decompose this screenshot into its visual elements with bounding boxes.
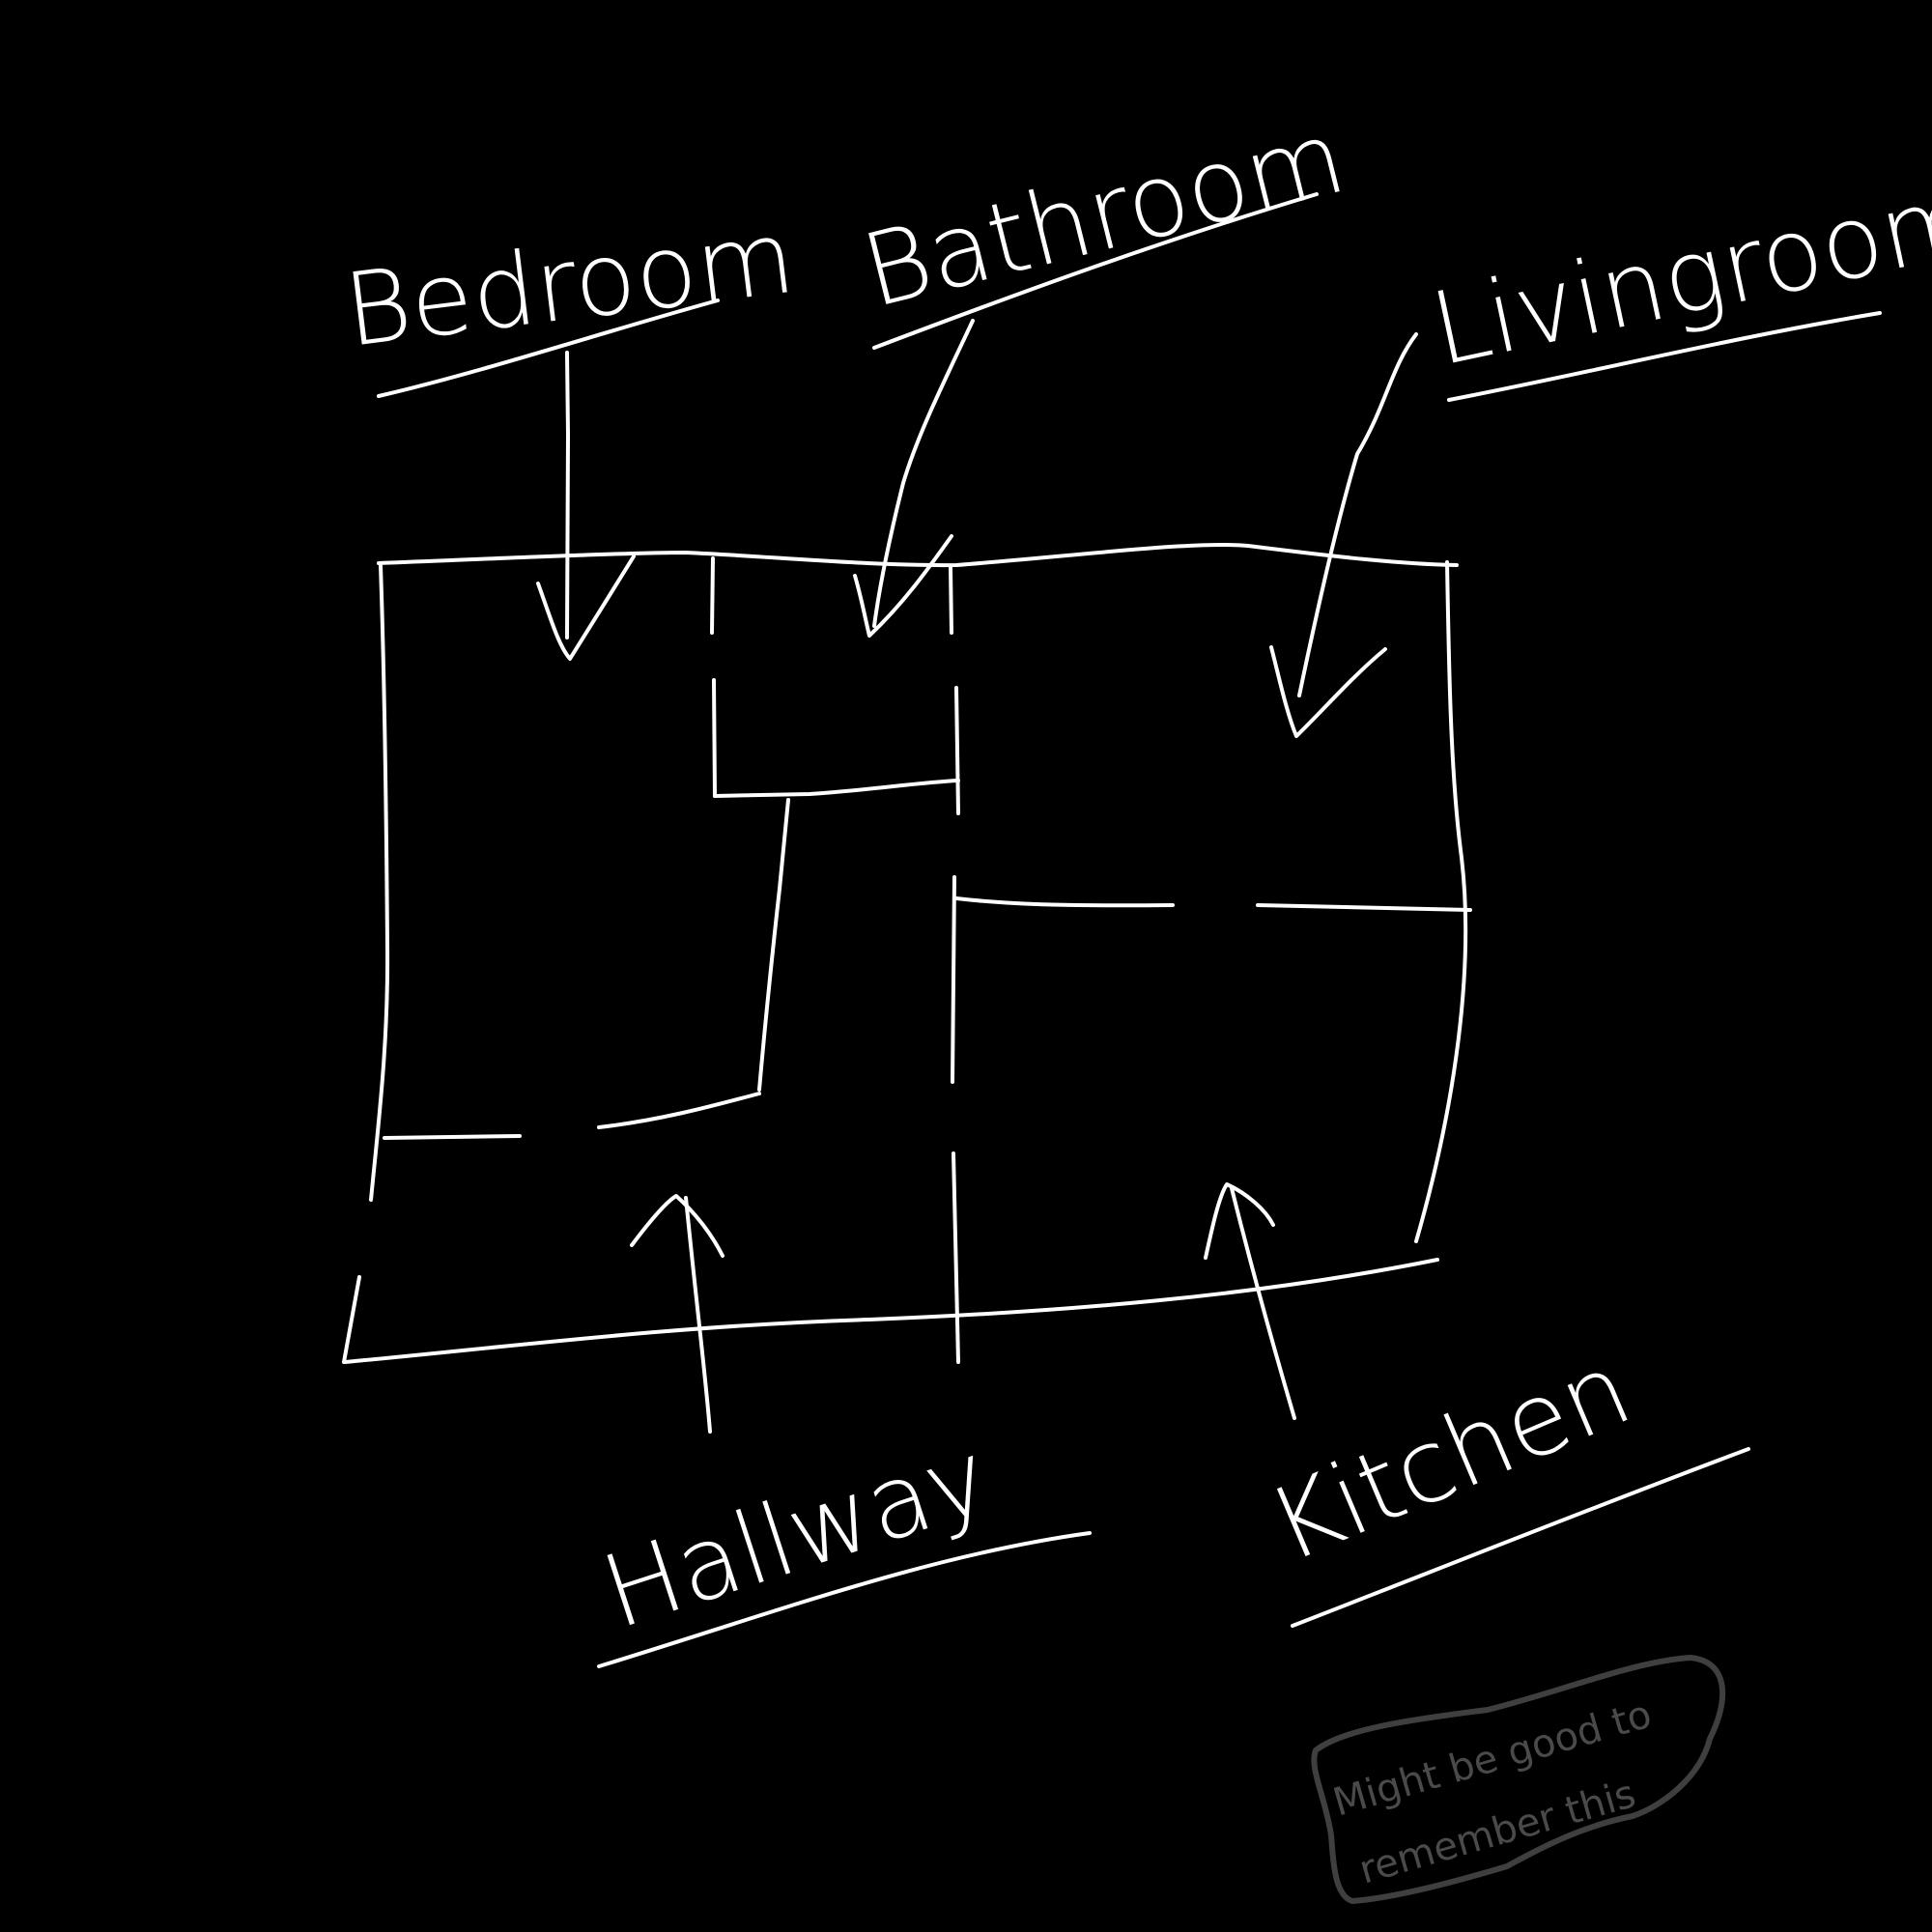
floor-plan-sketch: Bedroom Bathroom Livingroom Hallway Kitc… bbox=[338, 98, 1932, 1904]
label-hallway: Hallway bbox=[589, 1417, 1003, 1652]
wall-bathroom-right bbox=[954, 686, 960, 815]
bathroom-arrowhead-icon bbox=[853, 534, 953, 638]
hallway-arrow-icon bbox=[684, 1196, 712, 1434]
wall-left-lower-stub bbox=[342, 1275, 361, 1364]
wall-bedroom-right bbox=[757, 798, 790, 1092]
wall-right bbox=[1414, 560, 1468, 1243]
wall-bedroom-bathroom-top bbox=[710, 556, 715, 635]
livingroom-arrowhead-icon bbox=[1269, 645, 1387, 738]
walls bbox=[342, 542, 1472, 1364]
wall-bathroom-left bbox=[712, 678, 717, 798]
sticky-note: Might be good to remember this bbox=[1311, 1655, 1726, 1904]
wall-living-kitchen-right bbox=[1256, 903, 1472, 912]
room-labels: Bedroom Bathroom Livingroom Hallway Kitc… bbox=[338, 98, 1932, 1668]
arrows bbox=[536, 319, 1418, 1434]
label-bathroom: Bathroom bbox=[852, 98, 1356, 330]
kitchen-arrow-icon bbox=[1230, 1186, 1296, 1420]
wall-left bbox=[369, 564, 390, 1202]
bedroom-arrowhead-icon bbox=[536, 554, 636, 661]
wall-top bbox=[377, 542, 1459, 568]
bedroom-arrow-icon bbox=[565, 351, 570, 639]
wall-hallway-right bbox=[951, 875, 956, 1084]
bathroom-arrow-icon bbox=[872, 319, 975, 628]
livingroom-arrow-icon bbox=[1297, 332, 1418, 697]
wall-bedroom-bottom-right bbox=[597, 1092, 761, 1129]
wall-hallway-right-lower bbox=[952, 1151, 960, 1364]
wall-bedroom-bottom-left bbox=[383, 1134, 522, 1140]
wall-living-kitchen-left bbox=[954, 896, 1175, 908]
wall-bathroom-bottom bbox=[713, 779, 960, 798]
hallway-arrowhead-icon bbox=[630, 1194, 724, 1258]
wall-bathroom-right-top bbox=[949, 566, 953, 635]
label-kitchen: Kitchen bbox=[1253, 1329, 1646, 1585]
